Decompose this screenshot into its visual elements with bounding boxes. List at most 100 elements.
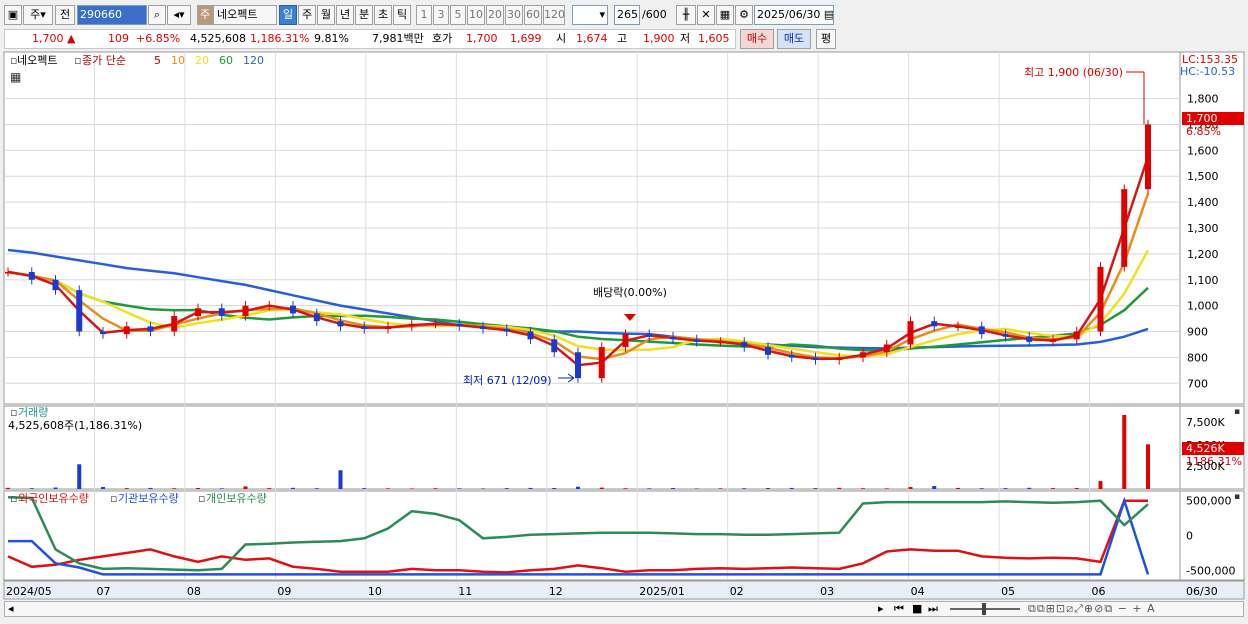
turnover-value: 9.81% [314,32,349,45]
date-value: 2025/06/30 [757,8,821,21]
candle-body [978,326,985,335]
period-button-4[interactable]: 분 [355,5,373,25]
market-select[interactable]: 주▾ [23,5,53,25]
interval-button-6[interactable]: 60 [524,5,542,25]
period-button-1[interactable]: 주 [298,5,316,25]
volume-bar [718,488,723,489]
holdings-tick-label: 0 [1186,530,1193,543]
open-label: 시 [556,32,567,45]
chart-area[interactable]: 700 800 900 1,000 1,100 1,200 1,300 1,400 1,500 1… [0,50,1248,621]
volume-pct: 1,186.31% [250,32,310,45]
legend-close[interactable]: 종가 단순 [82,54,126,67]
layout-icon[interactable]: ▣ [4,5,22,25]
volume-bar [528,487,533,489]
count-input[interactable]: 265 [614,5,640,25]
volume-box-icon: ▫ [10,406,17,419]
volume-bar [908,487,913,489]
candle-body [28,272,35,280]
quote-bar: 1,700 ▲ 109 +6.85% 4,525,608 1,186.31% 9… [0,28,1248,50]
holdings-box-icon: ▫ [198,492,205,505]
scroll-left-icon[interactable]: ◂ [8,601,14,617]
legend-ma-5[interactable]: 5 [154,54,161,67]
volume-bar [409,488,414,489]
price-tick-label: 1,600 [1187,144,1219,157]
candle-body [1097,266,1104,332]
volume-title[interactable]: 거래량 [18,406,48,419]
search-icon[interactable]: ⌕ [148,5,166,25]
date-input[interactable]: 2025/06/30 ▤ [754,5,834,25]
holdings-close-icon[interactable]: ▪ [1234,492,1240,502]
chart-svg[interactable]: 700 800 900 1,000 1,100 1,200 1,300 1,400 1,500 1… [0,50,1248,621]
legend-ma-120[interactable]: 120 [243,54,264,67]
period-button-2[interactable]: 월 [317,5,335,25]
interval-button-1[interactable]: 3 [433,5,449,25]
code-input[interactable]: 290660 [77,5,147,25]
interval-button-7[interactable]: 120 [543,5,565,25]
holdings-legend-0[interactable]: 외국인보유수량 [18,492,89,505]
volume-bar [742,488,747,489]
calc-icon[interactable]: ▦ [10,70,21,84]
candle-body [480,326,486,329]
holdings-legend-2[interactable]: 개인보유수량 [206,492,267,505]
period-button-0[interactable]: 일 [279,5,297,25]
period-button-6[interactable]: 틱 [393,5,411,25]
holdings-legend-1[interactable]: 기관보유수량 [118,492,179,505]
buy-button[interactable]: 매수 [740,29,774,49]
scroll-right-icon[interactable]: ▸ [878,601,884,617]
candle-body [1121,189,1128,267]
sell-button[interactable]: 매도 [777,29,811,49]
date-tick-label: 11 [458,585,472,598]
last-price-label: 1,700 [1186,112,1218,125]
interval-button-4[interactable]: 20 [486,5,504,25]
volume-close-icon[interactable]: ▪ [1234,407,1240,417]
price-value: 1,700 [32,32,64,45]
nav-stop-icon[interactable]: ■ [912,601,922,617]
tool-icons[interactable]: ⧉⧉⊞⊡⧄⤢⊕⊘⧉ − + A [1028,601,1156,617]
change-pct: +6.85% [136,32,181,45]
interval-button-5[interactable]: 30 [505,5,523,25]
volume-value: 4,525,608 [190,32,246,45]
last-pct-label: 6.85% [1186,125,1221,138]
volume-tick-low: 2,500K [1186,460,1225,473]
legend-stock[interactable]: 네오펙트 [17,54,57,67]
crosshair-icon[interactable]: ✕ [697,5,715,25]
change-value: 109 [108,32,129,45]
volume-tick-top: 7,500K [1186,416,1225,429]
candle-body [503,328,510,332]
interval-button-3[interactable]: 10 [467,5,485,25]
speaker-icon[interactable]: ◂▾ [167,5,191,25]
save-icon[interactable]: ▦ [716,5,734,25]
nav-last-icon[interactable]: ⏭ [928,601,938,617]
gear-icon[interactable]: ⚙ [735,5,753,25]
toolbar: ▣ 주▾ 전 290660 ⌕ ◂▾ 주 네오펙트 일주월년분초틱 1 3 5 10 2… [0,0,1248,28]
date-tick-label: 02 [730,585,744,598]
legend-ma-20[interactable]: 20 [195,54,209,67]
legend-ma-60[interactable]: 60 [219,54,233,67]
interval-button-0[interactable]: 1 [416,5,432,25]
legend-box-icon-2: ▫ [74,54,81,67]
eval-button[interactable]: 평 [816,29,836,49]
dividend-annotation: 배당락(0.00%) [593,286,667,299]
candle-body [52,279,59,291]
legend-ma-10[interactable]: 10 [171,54,185,67]
zoom-slider-thumb[interactable] [982,603,986,615]
nav-first-icon[interactable]: ⏮ [894,601,904,617]
candle-body [313,313,320,322]
candle-body [456,323,463,327]
candle-body [551,339,558,353]
stock-name[interactable]: 네오펙트 [213,5,277,25]
volume-bar [837,487,842,489]
candle-body [195,308,201,316]
low-label: 저 [680,32,691,45]
candle-body [575,352,581,379]
prev-button[interactable]: 전 [55,5,75,25]
candle-body [670,336,676,340]
interval-button-2[interactable]: 5 [450,5,466,25]
volume-bar [599,487,604,489]
period-button-3[interactable]: 년 [336,5,354,25]
count-total: /600 [642,8,667,21]
period-button-5[interactable]: 초 [374,5,392,25]
interval-select[interactable]: ▾ [572,5,608,25]
candle-icon[interactable]: ╫ [676,5,696,25]
volume-bar [1027,487,1032,489]
